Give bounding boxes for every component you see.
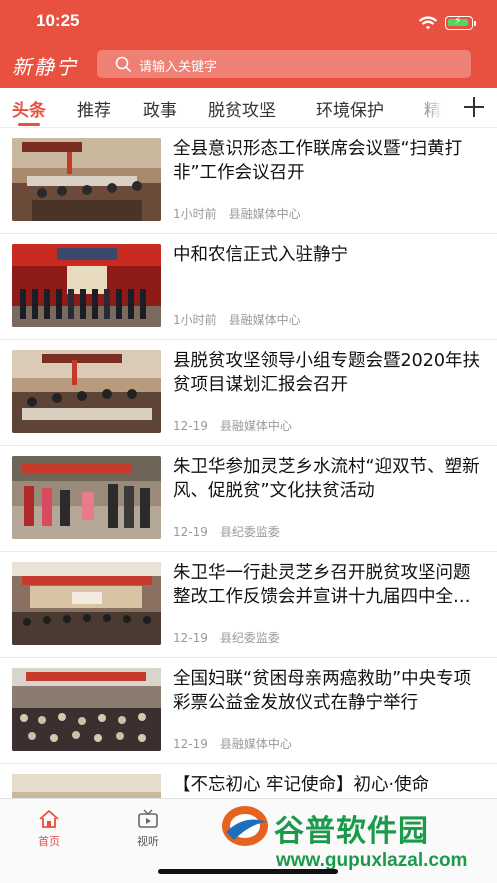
news-title: 中和农信正式入驻静宁 bbox=[173, 245, 348, 265]
news-list: 全县意识形态工作联席会议暨“扫黄打非”工作会议召开 1小时前 县融媒体中心 中和农… bbox=[0, 128, 497, 798]
news-meta: 1小时前 县融媒体中心 bbox=[173, 205, 301, 222]
tv-icon bbox=[138, 809, 158, 828]
news-source: 县融媒体中心 bbox=[228, 313, 301, 327]
watermark-name: 谷普软件园 bbox=[274, 814, 429, 849]
news-time: 1小时前 bbox=[173, 313, 217, 327]
tab-headlines[interactable]: 头条 bbox=[12, 96, 46, 121]
home-icon bbox=[39, 810, 59, 828]
news-item[interactable]: 中和农信正式入驻静宁 1小时前 县融媒体中心 bbox=[0, 234, 497, 340]
news-source: 县纪委监委 bbox=[219, 525, 280, 539]
news-item[interactable]: 【不忘初心 牢记使命】初心·使命 bbox=[0, 764, 497, 798]
news-meta: 12-19 县融媒体中心 bbox=[173, 417, 292, 434]
home-indicator bbox=[158, 869, 338, 874]
news-thumbnail bbox=[12, 774, 161, 798]
search-placeholder: 请输入关键字 bbox=[139, 60, 218, 75]
app-header: 10:25 ⚡ 新静宁 请输入关键字 bbox=[0, 0, 497, 88]
news-title: 【不忘初心 牢记使命】初心·使命 bbox=[173, 775, 430, 795]
category-tabs: 头条 推荐 政事 脱贫攻坚 环境保护 精准 bbox=[0, 88, 497, 128]
tab-environment[interactable]: 环境保护 bbox=[316, 96, 384, 121]
news-time: 12-19 bbox=[173, 525, 208, 539]
news-title: 朱卫华参加灵芝乡水流村“迎双节、塑新风、促脱贫”文化扶贫活动 bbox=[173, 457, 480, 501]
news-time: 12-19 bbox=[173, 631, 208, 645]
news-item[interactable]: 全县意识形态工作联席会议暨“扫黄打非”工作会议召开 1小时前 县融媒体中心 bbox=[0, 128, 497, 234]
search-input[interactable]: 请输入关键字 bbox=[97, 50, 471, 78]
battery-icon: ⚡ bbox=[445, 14, 473, 30]
news-source: 县融媒体中心 bbox=[228, 207, 301, 221]
news-thumbnail bbox=[12, 668, 161, 751]
news-thumbnail bbox=[12, 138, 161, 221]
news-thumbnail bbox=[12, 244, 161, 327]
news-item[interactable]: 全国妇联“贫困母亲两癌救助”中央专项彩票公益金发放仪式在静宁举行 12-19 县融… bbox=[0, 658, 497, 764]
tab-poverty-alleviation[interactable]: 脱贫攻坚 bbox=[208, 96, 276, 121]
active-tab-indicator bbox=[18, 123, 40, 126]
news-title: 全县意识形态工作联席会议暨“扫黄打非”工作会议召开 bbox=[173, 139, 463, 183]
news-title: 全国妇联“贫困母亲两癌救助”中央专项彩票公益金发放仪式在静宁举行 bbox=[173, 669, 472, 713]
news-thumbnail bbox=[12, 350, 161, 433]
news-thumbnail bbox=[12, 562, 161, 645]
tab-recommend[interactable]: 推荐 bbox=[77, 96, 111, 121]
wifi-icon bbox=[418, 16, 438, 30]
tab-fade bbox=[410, 88, 458, 127]
news-source: 县融媒体中心 bbox=[219, 737, 292, 751]
tab-politics[interactable]: 政事 bbox=[143, 96, 177, 121]
nav-home[interactable]: 首页 bbox=[19, 809, 79, 849]
news-time: 12-19 bbox=[173, 737, 208, 751]
news-title: 县脱贫攻坚领导小组专题会暨2020年扶贫项目谋划汇报会召开 bbox=[173, 351, 481, 395]
news-meta: 1小时前 县融媒体中心 bbox=[173, 311, 301, 328]
add-tab-button[interactable] bbox=[460, 92, 490, 122]
status-bar: 10:25 ⚡ bbox=[0, 0, 497, 44]
nav-home-label: 首页 bbox=[38, 835, 60, 848]
nav-video-label: 视听 bbox=[137, 835, 159, 848]
nav-video[interactable]: 视听 bbox=[118, 809, 178, 849]
news-source: 县融媒体中心 bbox=[219, 419, 292, 433]
news-time: 12-19 bbox=[173, 419, 208, 433]
watermark-logo-icon bbox=[222, 806, 268, 846]
battery-cap bbox=[474, 21, 476, 26]
news-item[interactable]: 县脱贫攻坚领导小组专题会暨2020年扶贫项目谋划汇报会召开 12-19 县融媒体中… bbox=[0, 340, 497, 446]
search-icon bbox=[115, 56, 131, 72]
news-item[interactable]: 朱卫华一行赴灵芝乡召开脱贫攻坚问题整改工作反馈会并宣讲十九届四中全会精神 12-… bbox=[0, 552, 497, 658]
news-source: 县纪委监委 bbox=[219, 631, 280, 645]
news-title: 朱卫华一行赴灵芝乡召开脱贫攻坚问题整改工作反馈会并宣讲十九届四中全会精神 bbox=[173, 563, 471, 607]
news-meta: 12-19 县融媒体中心 bbox=[173, 735, 292, 752]
news-time: 1小时前 bbox=[173, 207, 217, 221]
status-time: 10:25 bbox=[36, 11, 80, 30]
news-item[interactable]: 朱卫华参加灵芝乡水流村“迎双节、塑新风、促脱贫”文化扶贫活动 12-19 县纪委监… bbox=[0, 446, 497, 552]
news-meta: 12-19 县纪委监委 bbox=[173, 523, 280, 540]
app-logo: 新静宁 bbox=[12, 55, 78, 79]
news-meta: 12-19 县纪委监委 bbox=[173, 629, 280, 646]
news-thumbnail bbox=[12, 456, 161, 539]
